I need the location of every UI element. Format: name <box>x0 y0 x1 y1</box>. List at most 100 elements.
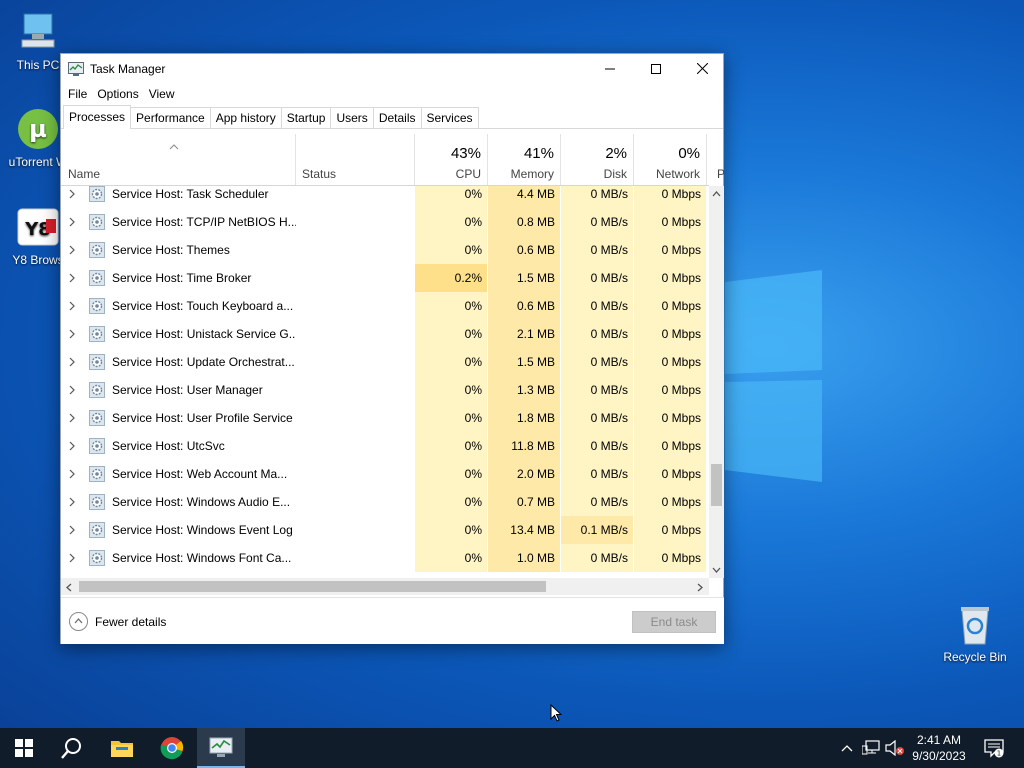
desktop-icon-recycle-bin[interactable]: Recycle Bin <box>937 602 1013 664</box>
column-label-memory: Memory <box>510 167 554 181</box>
process-cpu: 0% <box>415 376 488 404</box>
expand-chevron-icon[interactable] <box>67 245 77 255</box>
expand-chevron-icon[interactable] <box>67 273 77 283</box>
expand-chevron-icon[interactable] <box>67 385 77 395</box>
network-tray-button[interactable] <box>860 728 882 768</box>
column-header-memory[interactable]: 41% Memory <box>488 134 561 186</box>
table-row[interactable]: Service Host: User Manager 0% 1.3 MB 0 MB/s… <box>61 376 709 404</box>
chrome-button[interactable] <box>148 728 196 768</box>
process-cpu: 0% <box>415 544 488 572</box>
expand-chevron-icon[interactable] <box>67 525 77 535</box>
process-memory: 1.0 MB <box>488 544 561 572</box>
process-cpu: 0% <box>415 186 488 208</box>
expand-chevron-icon[interactable] <box>67 329 77 339</box>
start-button[interactable] <box>0 728 48 768</box>
table-row[interactable]: Service Host: Windows Event Log 0% 13.4 MB… <box>61 516 709 544</box>
service-gear-icon <box>89 214 105 230</box>
menu-view[interactable]: View <box>144 87 180 101</box>
column-header-disk[interactable]: 2% Disk <box>561 134 634 186</box>
menu-file[interactable]: File <box>63 87 92 101</box>
menu-options[interactable]: Options <box>92 87 143 101</box>
scroll-right-icon[interactable] <box>697 583 703 592</box>
volume-tray-button[interactable] <box>884 728 906 768</box>
table-row[interactable]: Service Host: Time Broker 0.2% 1.5 MB 0 MB/… <box>61 264 709 292</box>
scroll-down-icon[interactable] <box>712 567 721 573</box>
tab-services[interactable]: Services <box>420 107 479 128</box>
fewer-details-link[interactable]: Fewer details <box>95 615 166 629</box>
process-status <box>295 348 415 376</box>
action-center-button[interactable]: 1 <box>980 728 1008 768</box>
expand-chevron-icon[interactable] <box>67 357 77 367</box>
table-row[interactable]: Service Host: Touch Keyboard a... 0% 0.6 M… <box>61 292 709 320</box>
expand-chevron-icon[interactable] <box>67 497 77 507</box>
scroll-left-icon[interactable] <box>66 583 72 592</box>
fewer-details-chevron-icon[interactable] <box>69 612 88 631</box>
service-gear-icon <box>89 410 105 426</box>
process-network: 0 Mbps <box>634 264 707 292</box>
vertical-scroll-thumb[interactable] <box>711 464 722 506</box>
process-name: Service Host: User Manager <box>112 383 263 397</box>
expand-chevron-icon[interactable] <box>67 217 77 227</box>
file-explorer-button[interactable] <box>98 728 146 768</box>
column-header-cpu[interactable]: 43% CPU <box>415 134 488 186</box>
column-header-name[interactable]: Name <box>61 134 295 186</box>
recycle-bin-icon <box>953 602 997 646</box>
process-status <box>295 544 415 572</box>
table-row[interactable]: Service Host: Windows Audio E... 0% 0.7 MB… <box>61 488 709 516</box>
tab-details[interactable]: Details <box>372 107 422 128</box>
process-status <box>295 320 415 348</box>
table-row[interactable]: Service Host: TCP/IP NetBIOS H... 0% 0.8 M… <box>61 208 709 236</box>
process-status <box>295 236 415 264</box>
maximize-button[interactable] <box>633 54 679 83</box>
table-row[interactable]: Service Host: Themes 0% 0.6 MB 0 MB/s 0 Mbps <box>61 236 709 264</box>
column-header-power[interactable]: P <box>707 134 724 186</box>
process-cpu: 0% <box>415 348 488 376</box>
end-task-button[interactable]: End task <box>632 611 716 633</box>
tab-processes[interactable]: Processes <box>63 105 132 129</box>
table-row[interactable]: Service Host: Unistack Service G... 0% 2.1… <box>61 320 709 348</box>
process-network: 0 Mbps <box>634 208 707 236</box>
table-row[interactable]: Service Host: Update Orchestrat... 0% 1.5 … <box>61 348 709 376</box>
minimize-button[interactable] <box>587 54 633 83</box>
process-rows: Service Host: Task Scheduler 0% 4.4 MB 0 MB… <box>61 186 709 578</box>
process-cpu: 0% <box>415 516 488 544</box>
expand-chevron-icon[interactable] <box>67 189 77 199</box>
table-row[interactable]: Service Host: Web Account Ma... 0% 2.0 MB 0… <box>61 460 709 488</box>
expand-chevron-icon[interactable] <box>67 301 77 311</box>
table-row[interactable]: Service Host: User Profile Service 0% 1.8 … <box>61 404 709 432</box>
search-button[interactable] <box>48 728 96 768</box>
tab-users[interactable]: Users <box>330 107 374 128</box>
horizontal-scroll-thumb[interactable] <box>79 581 546 592</box>
show-hidden-icons-button[interactable] <box>838 728 856 768</box>
computer-icon <box>16 10 60 54</box>
title-bar[interactable]: Task Manager <box>61 54 723 83</box>
expand-chevron-icon[interactable] <box>67 441 77 451</box>
process-disk: 0 MB/s <box>561 264 634 292</box>
column-header-status[interactable]: Status <box>295 134 415 186</box>
close-button[interactable] <box>679 54 725 83</box>
horizontal-scrollbar[interactable] <box>61 578 709 595</box>
vertical-scrollbar[interactable] <box>709 186 724 578</box>
task-manager-taskbar-button[interactable] <box>197 728 245 768</box>
tab-app-history[interactable]: App history <box>209 107 282 128</box>
table-row[interactable]: Service Host: Windows Font Ca... 0% 1.0 MB… <box>61 544 709 572</box>
expand-chevron-icon[interactable] <box>67 413 77 423</box>
process-status <box>295 292 415 320</box>
process-disk: 0 MB/s <box>561 186 634 208</box>
expand-chevron-icon[interactable] <box>67 469 77 479</box>
process-memory: 2.1 MB <box>488 320 561 348</box>
column-header-network[interactable]: 0% Network <box>634 134 707 186</box>
process-network: 0 Mbps <box>634 186 707 208</box>
table-row[interactable]: Service Host: UtcSvc 0% 11.8 MB 0 MB/s 0 Mbp… <box>61 432 709 460</box>
table-row[interactable]: Service Host: Task Scheduler 0% 4.4 MB 0 MB… <box>61 186 709 208</box>
process-memory: 0.7 MB <box>488 488 561 516</box>
window-title: Task Manager <box>90 62 166 76</box>
scroll-up-icon[interactable] <box>712 191 721 197</box>
tab-startup[interactable]: Startup <box>280 107 332 128</box>
tab-performance[interactable]: Performance <box>130 107 211 128</box>
expand-chevron-icon[interactable] <box>67 553 77 563</box>
taskbar-clock[interactable]: 2:41 AM 9/30/2023 <box>906 732 972 764</box>
start-icon <box>15 739 33 757</box>
process-memory: 4.4 MB <box>488 186 561 208</box>
column-label-status: Status <box>302 167 337 181</box>
